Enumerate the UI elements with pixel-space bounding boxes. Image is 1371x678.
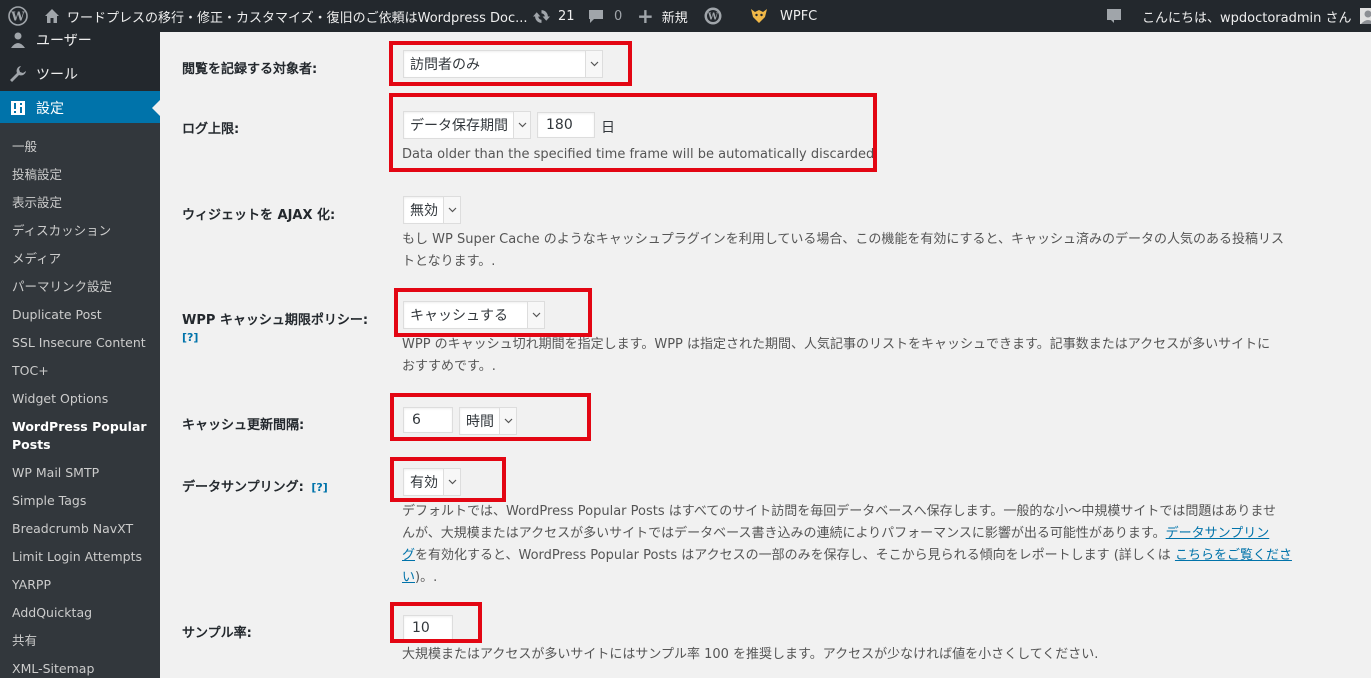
wpfc-label: WPFC <box>780 8 818 24</box>
comments-count: 0 <box>614 8 623 24</box>
submenu-share[interactable]: 共有 <box>12 632 156 650</box>
menu-settings[interactable]: 設定 <box>0 91 160 125</box>
data-sampling-link-cont[interactable]: グ <box>402 548 415 563</box>
ajax-widget-value: 無効 <box>410 203 438 219</box>
settings-icon <box>0 100 36 116</box>
submenu-simple-tags[interactable]: Simple Tags <box>12 492 156 510</box>
menu-settings-label: 設定 <box>36 101 64 117</box>
updates-icon <box>533 8 550 25</box>
chevron-down-icon <box>443 197 460 223</box>
svg-text:W: W <box>10 10 25 24</box>
svg-text:W: W <box>707 13 719 23</box>
sample-rate-label: サンプル率: <box>182 626 252 641</box>
submenu-xml-sitemap[interactable]: XML-Sitemap <box>12 660 156 678</box>
submenu-ssl-insecure-content[interactable]: SSL Insecure Content <box>12 334 156 352</box>
ajax-widget-description-line2: トとなります。. <box>402 254 496 269</box>
highlight-box <box>389 93 877 172</box>
ajax-widget-select[interactable]: 無効 <box>403 196 461 224</box>
menu-users[interactable]: ユーザー <box>0 32 160 57</box>
new-content-link[interactable]: + 新規 <box>637 0 688 32</box>
submenu-media[interactable]: メディア <box>12 250 156 268</box>
wrench-icon <box>0 65 36 83</box>
data-sampling-label: データサンプリング: [?] <box>182 476 328 495</box>
site-name: ワードプレスの移行・修正・カスタマイズ・復旧のご依頼はWordpress Doc… <box>67 10 528 26</box>
submenu-discussion[interactable]: ディスカッション <box>12 222 156 240</box>
cache-interval-label: キャッシュ更新間隔: <box>182 418 305 433</box>
settings-form: 閲覧を記録する対象者: 訪問者のみ ログ上限: データ保存期間 180 日 Da… <box>160 32 1371 678</box>
data-sampling-text: んが、大規模またはアクセスが多いサイトではデータベース書き込みの連続によりパフォ… <box>402 526 1166 541</box>
plus-icon: + <box>637 4 654 28</box>
submenu-writing[interactable]: 投稿設定 <box>12 166 156 184</box>
data-sampling-text-2: を有効化すると、WordPress Popular Posts はアクセスの一部… <box>415 548 1175 563</box>
wpfc-wordpress-icon[interactable]: W <box>703 0 723 32</box>
details-link[interactable]: こちらをご覧くださ <box>1175 548 1292 563</box>
wpfc-menu[interactable]: WPFC <box>750 0 817 32</box>
data-sampling-description-line3: グを有効化すると、WordPress Popular Posts はアクセスの一… <box>402 545 1292 567</box>
notes-icon[interactable] <box>1106 0 1122 32</box>
greeting: こんにちは、wpdoctoradmin さん <box>1142 10 1352 26</box>
avatar <box>1359 8 1371 24</box>
menu-users-label: ユーザー <box>36 33 92 49</box>
menu-tools[interactable]: ツール <box>0 57 160 91</box>
ajax-widget-description-line1: もし WP Super Cache のようなキャッシュプラグインを利用している場… <box>402 232 1284 247</box>
submenu-reading[interactable]: 表示設定 <box>12 194 156 212</box>
data-sampling-label-text: データサンプリング: <box>182 480 304 495</box>
cache-policy-label: WPP キャッシュ期限ポリシー: <box>182 313 369 328</box>
menu-tools-label: ツール <box>36 67 78 83</box>
submenu-limit-login-attempts[interactable]: Limit Login Attempts <box>12 548 156 566</box>
highlight-box <box>389 41 632 86</box>
data-sampling-description-line1: デフォルトでは、WordPress Popular Posts はすべてのサイト… <box>402 504 1276 519</box>
cheetah-icon <box>750 8 768 24</box>
site-name-link[interactable]: ワードプレスの移行・修正・カスタマイズ・復旧のご依頼はWordpress Doc… <box>44 0 528 32</box>
submenu-addquicktag[interactable]: AddQuicktag <box>12 604 156 622</box>
submenu-permalinks[interactable]: パーマリンク設定 <box>12 278 156 296</box>
cache-policy-description-line1: WPP のキャッシュ切れ期間を指定します。WPP は指定された期間、人気記事のリ… <box>402 337 1271 352</box>
highlight-box <box>390 602 482 643</box>
updates-link[interactable]: 21 <box>533 0 575 32</box>
home-icon <box>44 8 60 24</box>
submenu-toc[interactable]: TOC+ <box>12 362 156 380</box>
cache-policy-help-link[interactable]: [?] <box>182 331 198 344</box>
comment-icon <box>588 8 604 24</box>
log-limit-label: ログ上限: <box>182 122 240 137</box>
ajax-widget-label: ウィジェットを AJAX 化: <box>182 208 336 223</box>
admin-bar: W ワードプレスの移行・修正・カスタマイズ・復旧のご依頼はWordpress D… <box>0 0 1371 32</box>
submenu-yarpp[interactable]: YARPP <box>12 576 156 594</box>
submenu-duplicate-post[interactable]: Duplicate Post <box>12 306 156 324</box>
cache-policy-description-line2: おすすめです。. <box>402 359 496 374</box>
data-sampling-description-line2: んが、大規模またはアクセスが多いサイトではデータベース書き込みの連続によりパフォ… <box>402 523 1269 545</box>
admin-sidebar: ユーザー ツール 設定 一般 投稿設定 表示設定 ディスカッション メディア パ… <box>0 32 160 678</box>
updates-count: 21 <box>558 8 575 24</box>
users-icon <box>0 32 36 49</box>
details-link-cont[interactable]: い <box>402 570 415 585</box>
data-sampling-link[interactable]: データサンプリン <box>1166 526 1270 541</box>
submenu-wp-mail-smtp[interactable]: WP Mail SMTP <box>12 464 156 482</box>
wordpress-logo-icon[interactable]: W <box>8 0 28 32</box>
settings-submenu: 一般 投稿設定 表示設定 ディスカッション メディア パーマリンク設定 Dupl… <box>0 123 160 678</box>
new-label: 新規 <box>661 10 688 26</box>
highlight-box <box>390 457 506 502</box>
submenu-wordpress-popular-posts[interactable]: WordPress Popular Posts <box>12 418 156 454</box>
submenu-general[interactable]: 一般 <box>12 138 156 156</box>
data-sampling-text-3: )。. <box>415 570 438 585</box>
comments-link[interactable]: 0 <box>588 0 622 32</box>
highlight-box <box>394 288 592 337</box>
sample-rate-description: 大規模またはアクセスが多いサイトにはサンプル率 100 を推奨します。アクセスが… <box>402 647 1099 662</box>
highlight-box <box>390 393 591 441</box>
submenu-widget-options[interactable]: Widget Options <box>12 390 156 408</box>
log-target-label: 閲覧を記録する対象者: <box>182 62 318 77</box>
submenu-breadcrumb-navxt[interactable]: Breadcrumb NavXT <box>12 520 156 538</box>
data-sampling-help-link[interactable]: [?] <box>311 481 327 494</box>
my-account-link[interactable]: こんにちは、wpdoctoradmin さん <box>1142 0 1371 32</box>
data-sampling-description-line4: い)。. <box>402 567 437 589</box>
